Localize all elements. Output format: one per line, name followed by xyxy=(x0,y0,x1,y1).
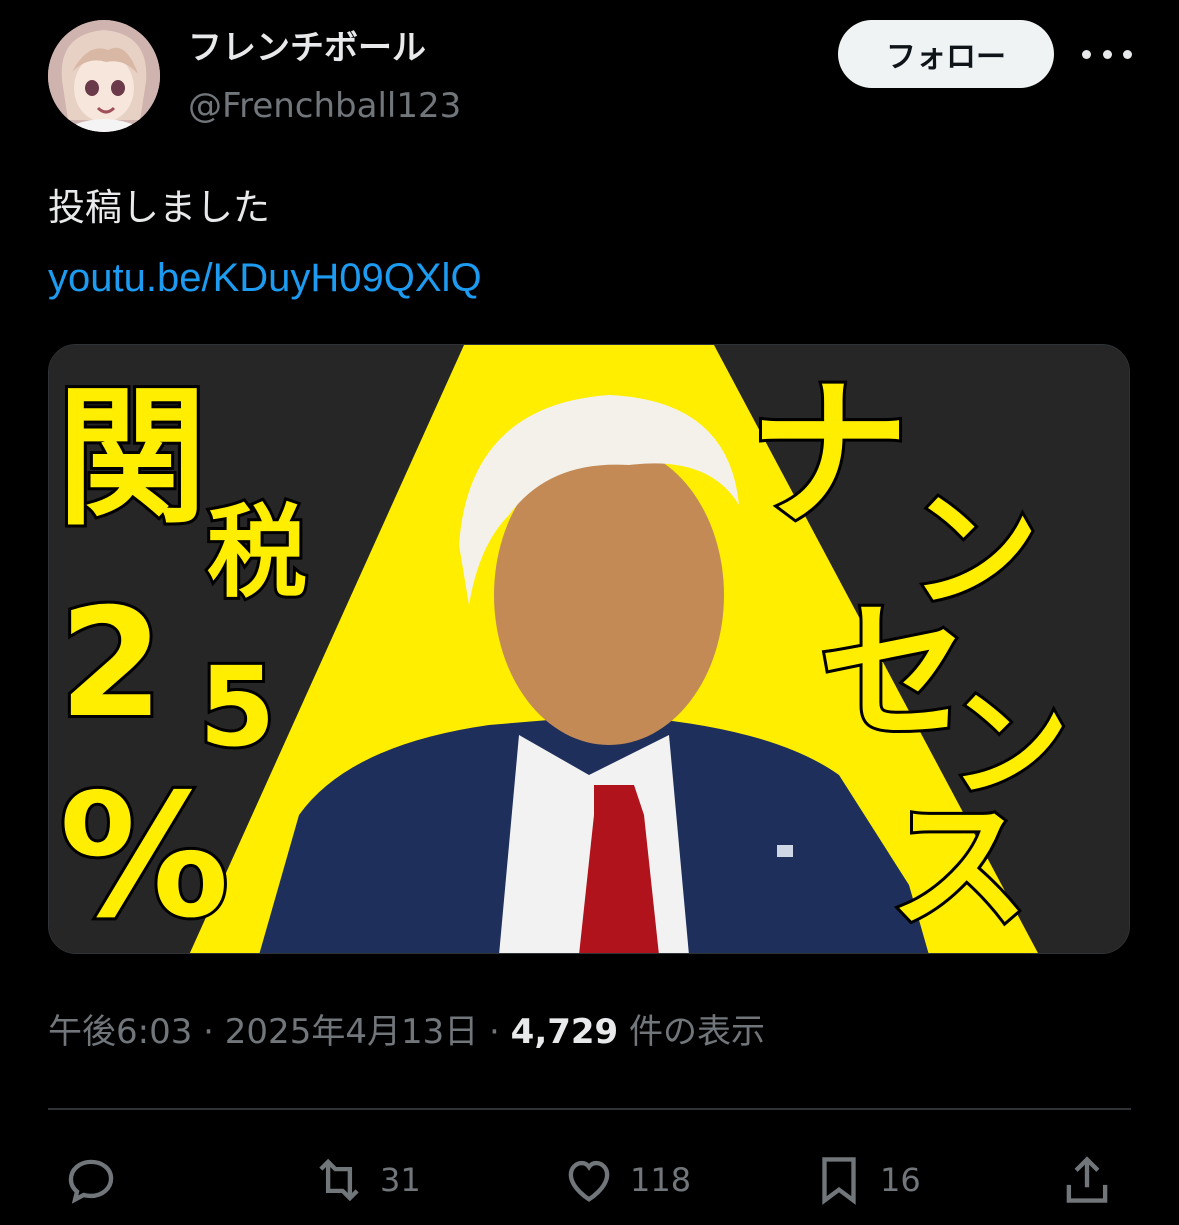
media-thumbnail[interactable]: 関 税 2 5 % ナ ン セ ン ス xyxy=(48,344,1130,954)
follow-button[interactable]: フォロー xyxy=(838,20,1054,88)
media-text-percent: % xyxy=(59,758,229,954)
retweet-count: 31 xyxy=(380,1161,421,1199)
like-count: 118 xyxy=(630,1161,692,1199)
meta-separator: · xyxy=(203,1012,225,1052)
tweet-date[interactable]: 2025年4月13日 xyxy=(225,1012,478,1052)
media-text-se: セ xyxy=(819,587,969,761)
divider xyxy=(48,1108,1131,1110)
reply-button[interactable] xyxy=(62,1140,120,1220)
reply-icon xyxy=(68,1159,114,1204)
share-icon xyxy=(1066,1156,1108,1203)
media-text-digit-2: 2 xyxy=(59,577,163,751)
views-count: 4,729 xyxy=(510,1012,619,1052)
anime-girl-avatar-icon xyxy=(48,20,160,132)
bookmark-icon xyxy=(822,1157,856,1205)
retweet-button[interactable]: 31 xyxy=(310,1140,421,1220)
meta-separator: · xyxy=(489,1012,511,1052)
tweet-meta: 午後6:03 · 2025年4月13日 · 4,729 件の表示 xyxy=(48,1008,765,1056)
media-text-kanji-1: 関 xyxy=(57,372,207,546)
avatar[interactable] xyxy=(48,20,160,132)
handle[interactable]: @Frenchball123 xyxy=(188,86,461,126)
media-text-na: ナ xyxy=(749,361,909,548)
tweet-link[interactable]: youtu.be/KDuyH09QXlQ xyxy=(48,254,482,302)
bookmark-button[interactable]: 16 xyxy=(810,1140,921,1220)
author-info: フレンチボール @Frenchball123 xyxy=(188,28,461,126)
heart-icon xyxy=(568,1160,610,1202)
share-button[interactable] xyxy=(1058,1140,1116,1220)
media-text-su: ス xyxy=(889,786,1029,949)
media-text-kanji-2: 税 xyxy=(207,494,307,611)
media-text-digit-5: 5 xyxy=(199,643,276,771)
more-horizontal-icon[interactable] xyxy=(1082,38,1132,70)
retweet-icon xyxy=(319,1158,359,1202)
display-name[interactable]: フレンチボール xyxy=(188,28,461,68)
action-bar: 31 118 16 xyxy=(48,1140,1131,1220)
tweet-text: 投稿しました xyxy=(48,186,270,229)
tweet-header: フレンチボール @Frenchball123 フォロー xyxy=(48,20,1138,140)
like-button[interactable]: 118 xyxy=(560,1140,691,1220)
tweet-time[interactable]: 午後6:03 xyxy=(48,1012,192,1052)
bookmark-count: 16 xyxy=(880,1161,921,1199)
views-label: 件の表示 xyxy=(629,1012,766,1052)
video-thumbnail-image: 関 税 2 5 % ナ ン セ ン ス xyxy=(49,345,1129,954)
